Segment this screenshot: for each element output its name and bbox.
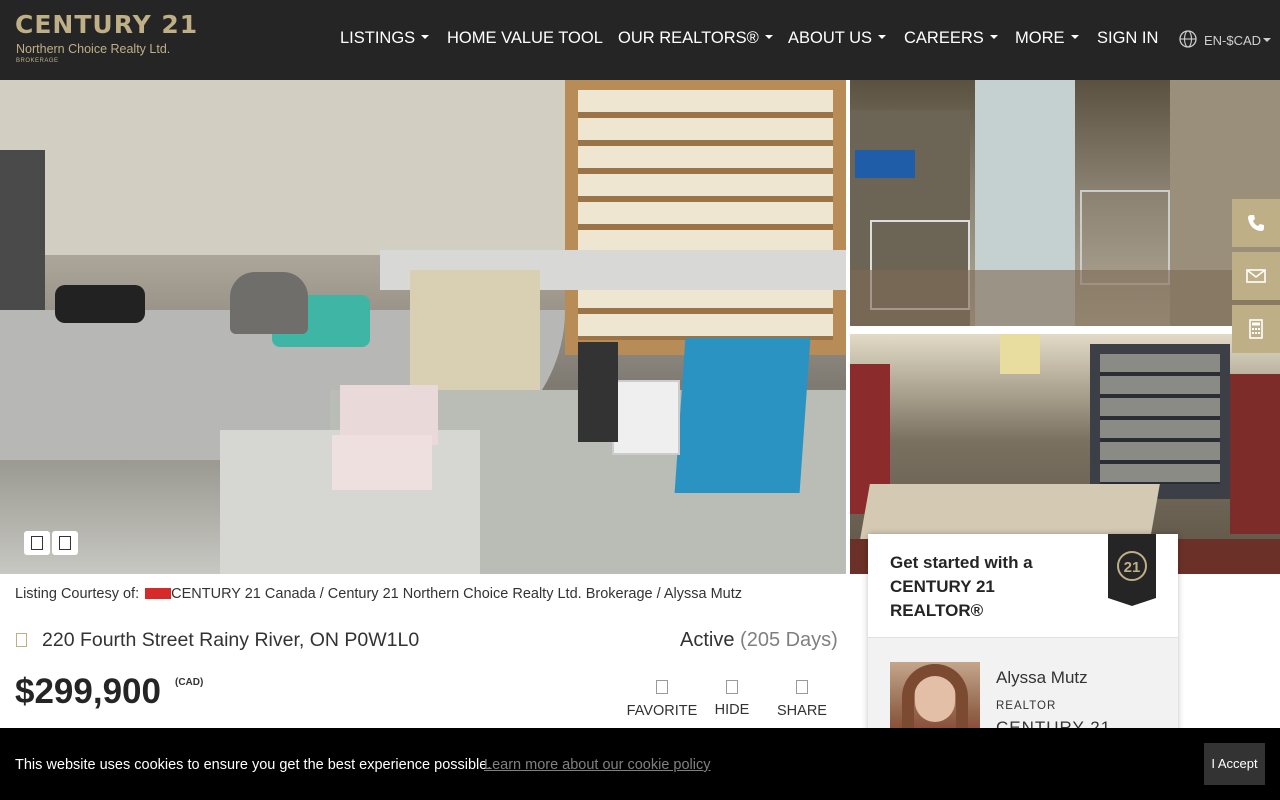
century21-logo[interactable]: CENTURY 21 Northern Choice Realty Ltd. B… (15, 10, 199, 68)
floor (850, 270, 1280, 326)
listing-photo-main[interactable] (0, 80, 846, 574)
office-chair (230, 272, 308, 334)
language-label: EN-$CAD (1204, 33, 1262, 48)
chevron-down-icon (878, 34, 887, 39)
favorite-button[interactable]: FAVORITE (622, 680, 702, 720)
email-icon (1246, 269, 1266, 283)
logo-office-name: Northern Choice Realty Ltd. (16, 42, 171, 56)
hide-label: HIDE (714, 702, 750, 718)
work-table (860, 484, 1160, 539)
courtesy-label: Listing Courtesy of: (15, 586, 140, 602)
spools (855, 150, 915, 178)
agent-role: REALTOR (996, 700, 1057, 712)
shelf-bins (1100, 354, 1220, 484)
tissue-box (332, 435, 432, 490)
shelving-papers (578, 90, 833, 340)
phone-icon (1248, 215, 1264, 231)
nav-about-us[interactable]: ABOUT US (788, 29, 887, 51)
nav-our-realtors-label: OUR REALTORS® (618, 29, 759, 47)
nav-our-realtors[interactable]: OUR REALTORS® (618, 29, 773, 51)
listing-photo-2[interactable] (850, 80, 1280, 326)
svg-text:21: 21 (1124, 559, 1141, 576)
century21-seal-icon: 21 (1108, 534, 1156, 606)
listing-courtesy: Listing Courtesy of: CENTURY 21 Canada /… (15, 586, 742, 602)
map-pin-icon (16, 633, 27, 647)
chevron-down-icon (421, 34, 430, 39)
share-label: SHARE (777, 703, 827, 719)
nav-listings[interactable]: LISTINGS (340, 29, 430, 51)
status-label: Active (680, 629, 735, 651)
price-currency: (CAD) (175, 677, 204, 688)
days-on-market: (205 Days) (740, 629, 838, 651)
hide-button[interactable]: HIDE (692, 680, 772, 720)
listing-price: $299,900 (15, 672, 161, 711)
calculator-button[interactable] (1232, 305, 1280, 353)
globe-icon (1179, 30, 1197, 48)
trash-can (578, 342, 618, 442)
agent-name[interactable]: Alyssa Mutz (996, 668, 1088, 688)
gallery-icon[interactable] (24, 531, 50, 555)
agent-card-heading: Get started with a CENTURY 21 REALTOR® (890, 553, 1033, 620)
nav-about-us-label: ABOUT US (788, 29, 873, 47)
eye-slash-icon (726, 680, 738, 694)
nav-careers-label: CAREERS (904, 29, 984, 47)
back-wall (0, 80, 565, 255)
cookie-banner: This website uses cookies to ensure you … (0, 728, 1280, 800)
fullscreen-icon[interactable] (52, 531, 78, 555)
listing-address: 220 Fourth Street Rainy River, ON P0W1L0 (42, 629, 420, 651)
email-button[interactable] (1232, 252, 1280, 300)
nav-listings-label: LISTINGS (340, 29, 416, 47)
desk-phone (55, 285, 145, 323)
chevron-down-icon (764, 34, 773, 39)
chevron-down-icon (989, 34, 998, 39)
site-header: CENTURY 21 Northern Choice Realty Ltd. B… (0, 0, 1280, 80)
nav-more-label: MORE (1015, 29, 1065, 47)
nav-home-value-tool-label: HOME VALUE TOOL (447, 29, 603, 47)
nav-sign-in-label: SIGN IN (1097, 29, 1159, 47)
chevron-down-icon (1070, 34, 1079, 39)
blue-bin (674, 338, 811, 493)
filing-cabinet (410, 270, 540, 390)
listing-status: Active (205 Days) (680, 629, 838, 652)
nav-more[interactable]: MORE (1015, 29, 1079, 51)
calculator-icon (1249, 319, 1263, 339)
ceiling-light (1000, 334, 1040, 374)
share-button[interactable]: SHARE (762, 680, 842, 720)
cookie-policy-link[interactable]: Learn more about our cookie policy (484, 757, 711, 773)
white-basket (612, 380, 680, 455)
photo-pager (24, 531, 78, 555)
courtesy-text: CENTURY 21 Canada / Century 21 Northern … (171, 586, 743, 602)
cookie-message: This website uses cookies to ensure you … (15, 757, 492, 773)
cookie-accept-button[interactable]: I Accept (1204, 743, 1265, 785)
phone-button[interactable] (1232, 199, 1280, 247)
brokerage-flag-icon (145, 588, 172, 599)
red-wall (1230, 374, 1280, 534)
favorite-label: FAVORITE (626, 703, 698, 719)
nav-home-value-tool[interactable]: HOME VALUE TOOL (447, 29, 603, 51)
heart-icon (656, 680, 668, 694)
nav-sign-in[interactable]: SIGN IN (1097, 29, 1158, 51)
logo-brand-name: CENTURY 21 (15, 10, 199, 39)
nav-careers[interactable]: CAREERS (904, 29, 998, 51)
logo-tagline: BROKERAGE (16, 58, 59, 64)
chevron-down-icon (1263, 38, 1271, 42)
share-icon (796, 680, 808, 694)
